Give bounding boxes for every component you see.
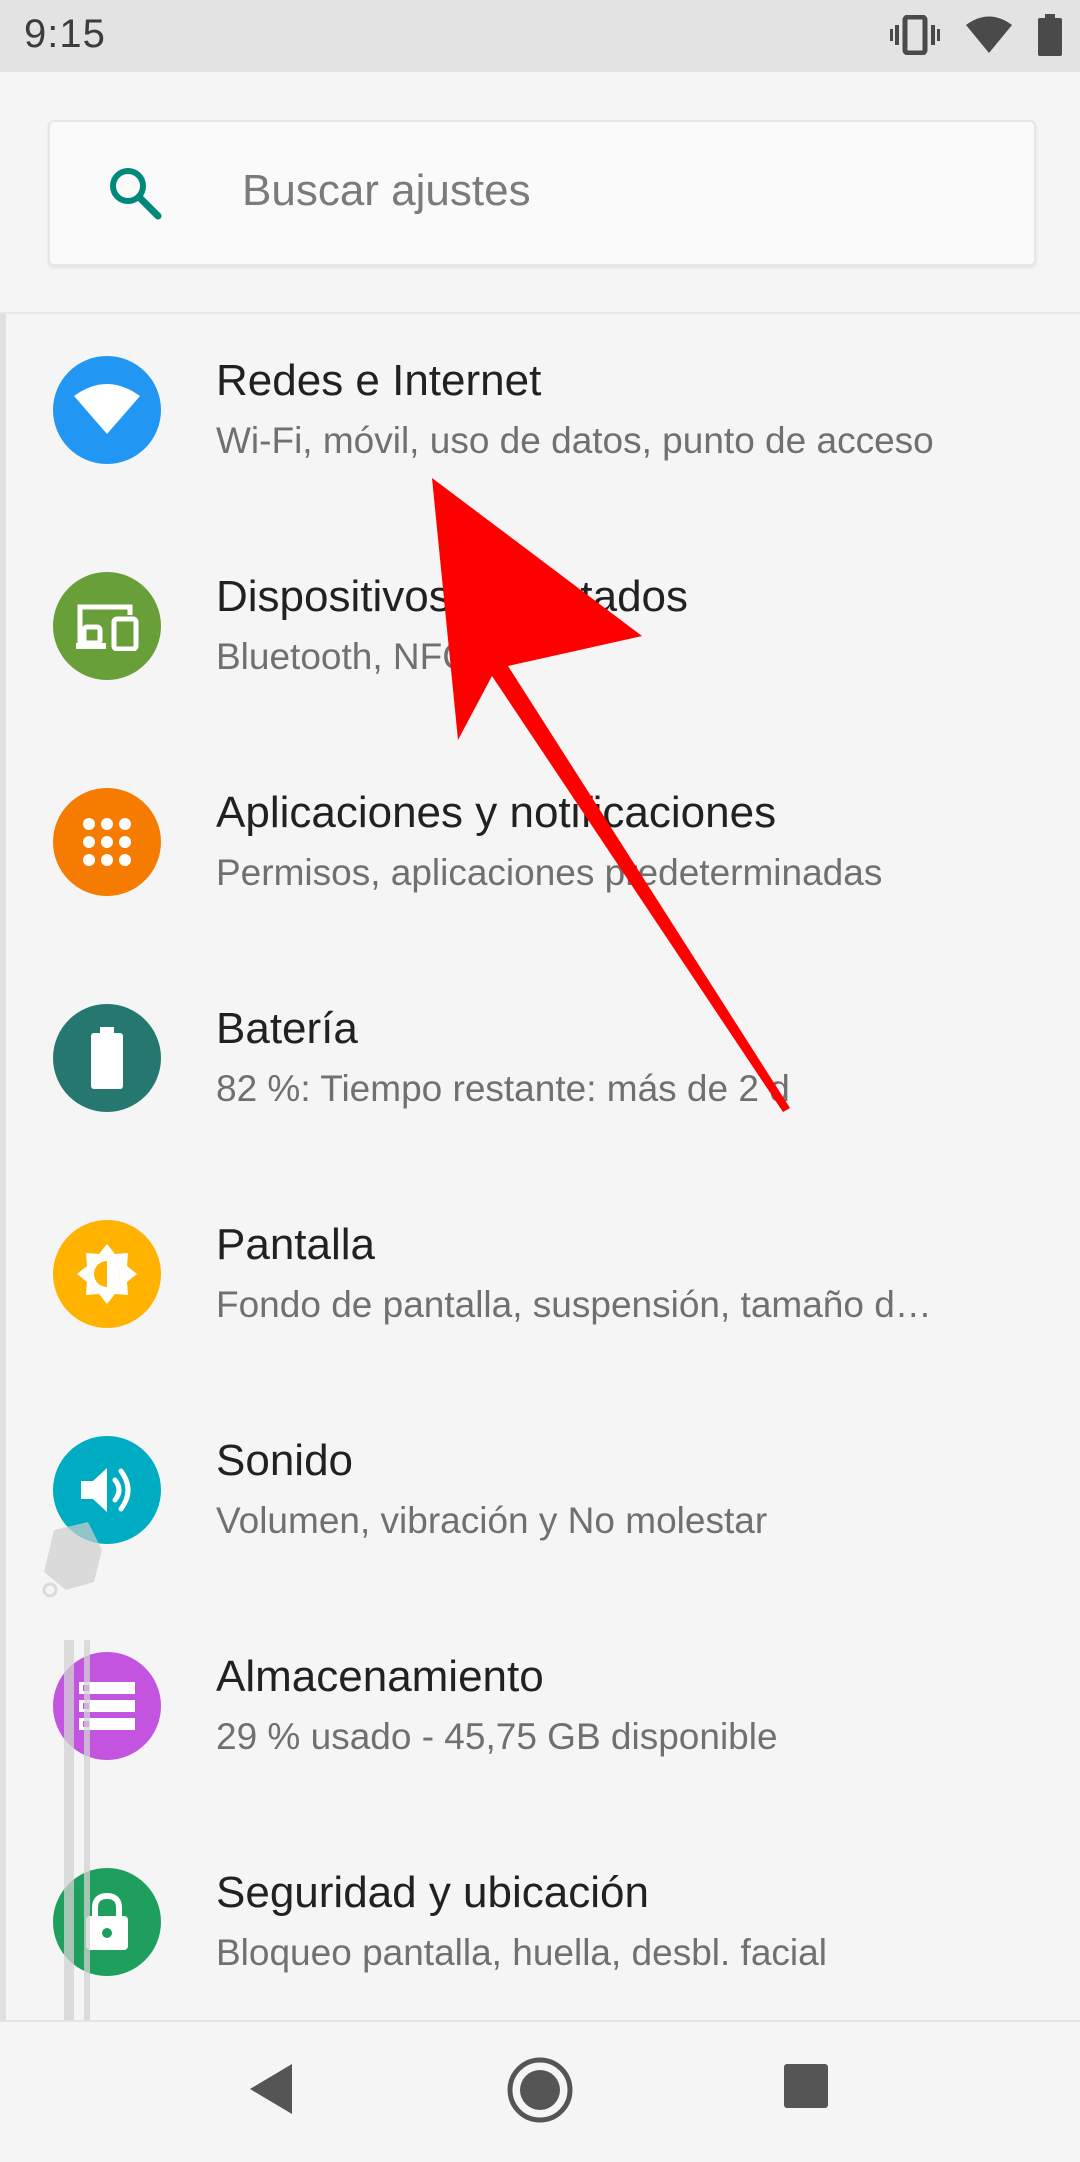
settings-item-security[interactable]: Seguridad y ubicación Bloqueo pantalla, …	[0, 1834, 1080, 2050]
wifi-icon	[53, 356, 161, 464]
item-title: Pantalla	[216, 1220, 376, 1269]
search-icon	[104, 162, 164, 227]
item-title: Dispositivos conectados	[216, 572, 689, 621]
vibrate-icon	[890, 15, 940, 55]
item-title: Batería	[216, 1004, 358, 1053]
status-bar: 9:15	[0, 0, 1080, 72]
settings-item-network[interactable]: Redes e Internet Wi-Fi, móvil, uso de da…	[0, 322, 1080, 538]
status-icons	[890, 14, 1062, 56]
item-subtitle: 82 %: Tiempo restante: más de 2 d	[216, 1068, 790, 1109]
item-subtitle: Permisos, aplicaciones predeterminadas	[216, 852, 883, 893]
apps-icon	[53, 788, 161, 896]
settings-item-battery[interactable]: Batería 82 %: Tiempo restante: más de 2 …	[0, 970, 1080, 1186]
settings-item-storage[interactable]: Almacenamiento 29 % usado - 45,75 GB dis…	[0, 1618, 1080, 1834]
settings-item-connected-devices[interactable]: Dispositivos conectados Bluetooth, NFC	[0, 538, 1080, 754]
home-icon[interactable]	[506, 2056, 574, 2129]
search-bar[interactable]: Buscar ajustes	[48, 120, 1036, 266]
devices-icon	[53, 572, 161, 680]
item-subtitle: Volumen, vibración y No molestar	[216, 1500, 768, 1541]
battery-icon	[53, 1004, 161, 1112]
battery-icon	[1038, 14, 1062, 56]
navigation-bar	[0, 2020, 1080, 2162]
settings-item-display[interactable]: Pantalla Fondo de pantalla, suspensión, …	[0, 1186, 1080, 1402]
brightness-icon	[53, 1220, 161, 1328]
search-placeholder: Buscar ajustes	[242, 166, 531, 215]
item-title: Redes e Internet	[216, 356, 542, 405]
divider	[0, 312, 1080, 314]
item-subtitle: Bloqueo pantalla, huella, desbl. facial	[216, 1932, 827, 1973]
recents-icon[interactable]	[782, 2062, 830, 2115]
item-subtitle: 29 % usado - 45,75 GB disponible	[216, 1716, 778, 1757]
item-title: Seguridad y ubicación	[216, 1868, 649, 1917]
status-time: 9:15	[24, 12, 106, 56]
item-title: Aplicaciones y notificaciones	[216, 788, 777, 837]
settings-item-apps[interactable]: Aplicaciones y notificaciones Permisos, …	[0, 754, 1080, 970]
settings-list: Redes e Internet Wi-Fi, móvil, uso de da…	[0, 322, 1080, 2050]
item-subtitle: Bluetooth, NFC	[216, 636, 469, 677]
item-title: Almacenamiento	[216, 1652, 544, 1701]
item-title: Sonido	[216, 1436, 354, 1485]
back-icon[interactable]	[246, 2062, 296, 2121]
item-subtitle: Wi-Fi, móvil, uso de datos, punto de acc…	[216, 420, 934, 461]
settings-item-sound[interactable]: Sonido Volumen, vibración y No molestar	[0, 1402, 1080, 1618]
item-subtitle: Fondo de pantalla, suspensión, tamaño d…	[216, 1284, 932, 1325]
wifi-icon	[966, 16, 1012, 54]
search-area: Buscar ajustes	[0, 72, 1080, 312]
